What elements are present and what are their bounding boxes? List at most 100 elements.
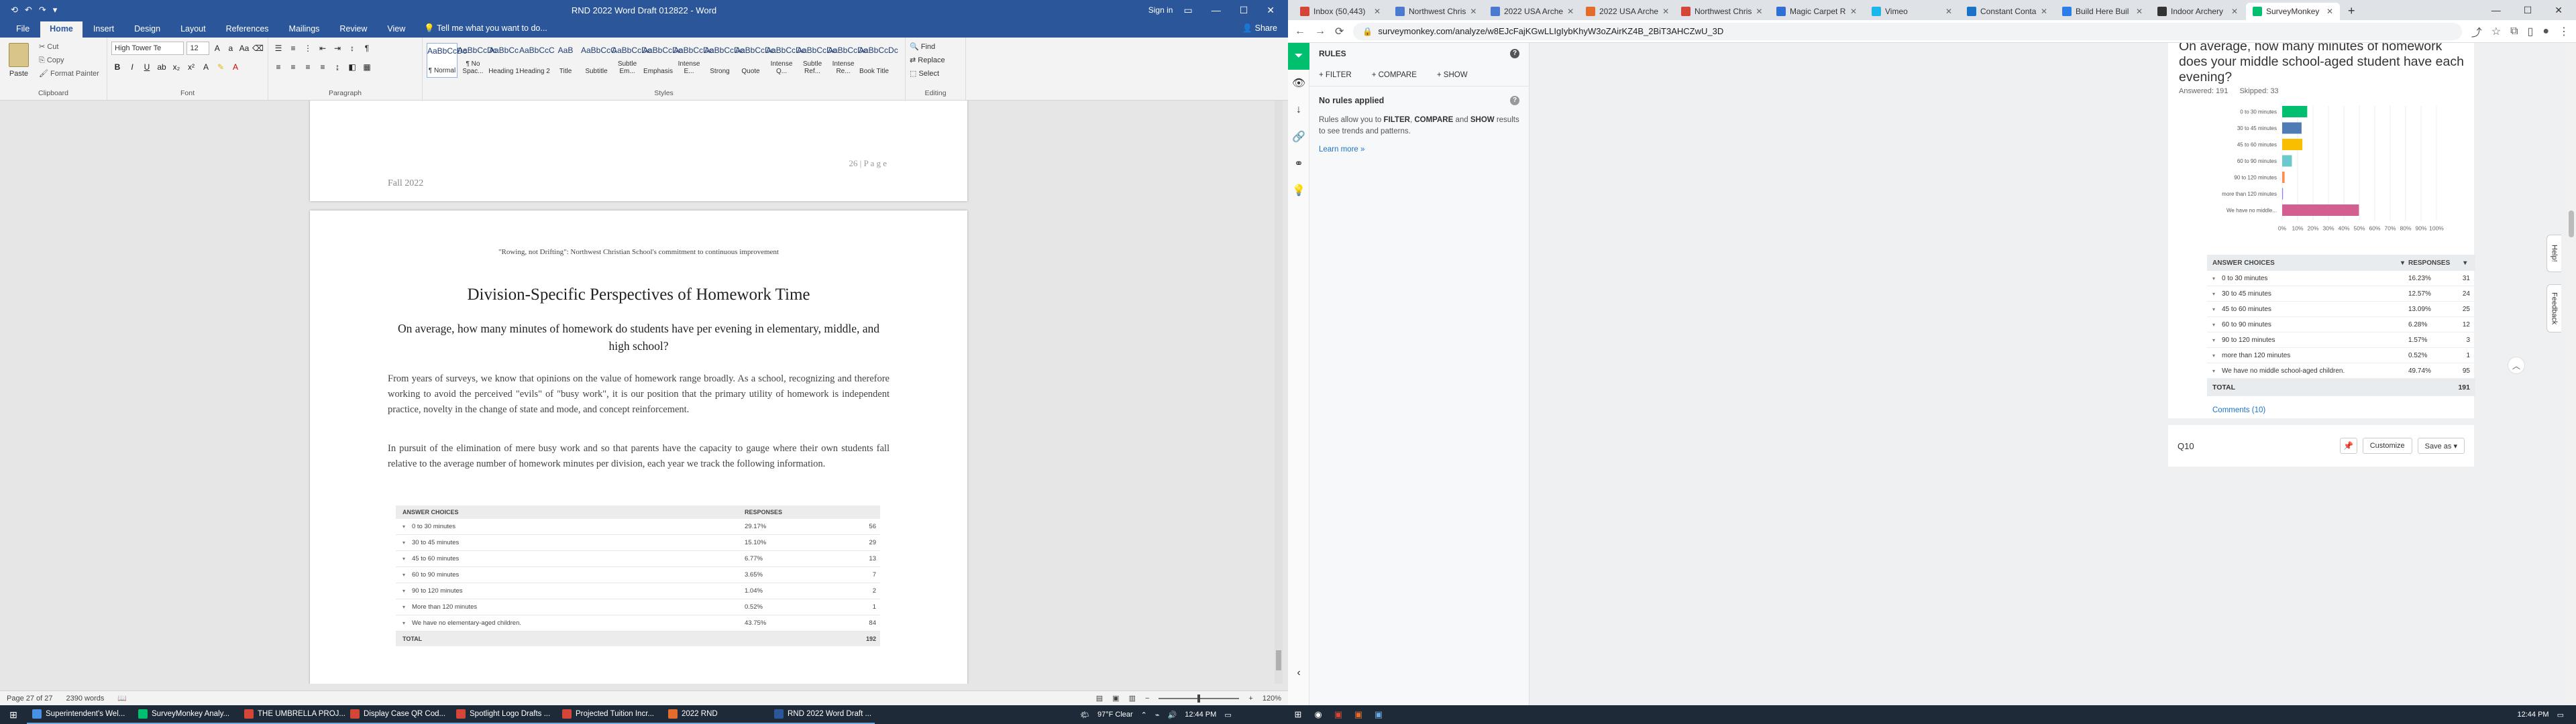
style-8[interactable]: AaBbCcDc Emphasis	[643, 43, 682, 78]
redo-icon[interactable]: ↷	[39, 5, 46, 15]
close-tab-icon[interactable]: ✕	[1945, 7, 1952, 16]
style-1[interactable]: AaBbCcDc ¶ Normal	[427, 43, 467, 78]
collapse-panel-icon[interactable]: ‹	[1288, 660, 1309, 686]
style-9[interactable]: AaBbCcDc Intense E...	[674, 43, 713, 78]
extensions-icon[interactable]: ⧉	[2510, 25, 2518, 38]
browser-tab[interactable]: Indoor Archery ✕	[2151, 3, 2245, 20]
style-13[interactable]: AaBbCcDc Subtle Ref...	[797, 43, 837, 78]
increase-indent-icon[interactable]: ⇥	[331, 42, 343, 55]
share-nodes-icon[interactable]: ⚭	[1288, 150, 1309, 177]
align-right-icon[interactable]: ≡	[302, 60, 314, 74]
tab-file[interactable]: File	[7, 21, 39, 38]
close-tab-icon[interactable]: ✕	[1850, 7, 1857, 16]
bookmark-star-icon[interactable]: ☆	[2491, 25, 2501, 38]
close-tab-icon[interactable]: ✕	[1470, 7, 1477, 16]
replace-button[interactable]: ⇄ Replace	[910, 54, 961, 67]
shrink-font-icon[interactable]: a	[225, 42, 236, 55]
style-3[interactable]: AaBbCc Heading 1	[488, 43, 519, 78]
read-mode-icon[interactable]: ▤	[1096, 694, 1103, 703]
underline-icon[interactable]: U	[141, 60, 153, 74]
strikethrough-icon[interactable]: ab	[156, 60, 168, 74]
forward-icon[interactable]: →	[1315, 25, 1326, 38]
start-icon[interactable]: ⊞	[0, 709, 27, 721]
justify-icon[interactable]: ≡	[317, 60, 329, 74]
pilcrow-icon[interactable]: ¶	[361, 42, 373, 55]
select-button[interactable]: ⬚ Select	[910, 67, 961, 80]
multilevel-icon[interactable]: ⋮	[302, 42, 314, 55]
shading-icon[interactable]: ◧	[346, 60, 358, 74]
browser-tab[interactable]: SurveyMonkey ✕	[2246, 3, 2340, 20]
style-15[interactable]: AaBbCcDc Book Title	[859, 43, 898, 78]
col-answer-choices[interactable]: ANSWER CHOICES ▾	[2207, 259, 2408, 267]
style-5[interactable]: AaB Title	[550, 43, 581, 78]
close-tab-icon[interactable]: ✕	[2136, 7, 2143, 16]
chevron-down-icon[interactable]: ▾	[2212, 276, 2222, 282]
comments-link[interactable]: Comments (10)	[2212, 406, 2265, 414]
close-tab-icon[interactable]: ✕	[1567, 7, 1574, 16]
tab-mailings[interactable]: Mailings	[280, 21, 329, 38]
zoom-level[interactable]: 120%	[1263, 695, 1281, 703]
customize-button[interactable]: Customize	[2362, 438, 2412, 454]
zoom-knob[interactable]	[1197, 694, 1201, 703]
taskbar-app[interactable]: RND 2022 Word Draft ...	[769, 705, 875, 724]
close-tab-icon[interactable]: ✕	[1662, 7, 1669, 16]
browser-tab[interactable]: Constant Conta ✕	[1960, 3, 2054, 20]
align-center-icon[interactable]: ≡	[287, 60, 299, 74]
browser-tab[interactable]: Northwest Chris ✕	[1389, 3, 1483, 20]
new-tab-icon[interactable]: +	[2341, 4, 2362, 20]
profile-icon[interactable]: ●	[2542, 25, 2549, 38]
tab-review[interactable]: Review	[330, 21, 376, 38]
sort-icon[interactable]: ↕	[346, 42, 358, 55]
undo-icon[interactable]: ↶	[25, 5, 32, 15]
style-10[interactable]: AaBbCcDc Strong	[704, 43, 744, 78]
add-filter-button[interactable]: + FILTER	[1319, 71, 1352, 79]
borders-icon[interactable]: ▦	[361, 60, 373, 74]
address-bar[interactable]: 🔒 surveymonkey.com/analyze/w8EJcFajKGwLL…	[1353, 22, 2462, 40]
download-icon[interactable]: ↓	[1288, 97, 1309, 123]
bold-icon[interactable]: B	[111, 60, 123, 74]
ribbon-display-icon[interactable]: ▭	[1183, 5, 1192, 16]
close-tab-icon[interactable]: ✕	[1756, 7, 1762, 16]
copy-button[interactable]: ⎘ Copy	[39, 54, 99, 67]
highlight-icon[interactable]: ✎	[215, 60, 227, 74]
find-button[interactable]: 🔍 Find	[910, 40, 961, 54]
close-icon[interactable]: ✕	[1267, 5, 1275, 16]
help-icon[interactable]: ?	[1510, 96, 1519, 105]
close-tab-icon[interactable]: ✕	[2041, 7, 2047, 16]
pin-icon[interactable]: 📌	[2339, 438, 2357, 454]
browser-tab[interactable]: Inbox (50,443) ✕	[1293, 3, 1387, 20]
share-button[interactable]: 👤 Share	[1242, 23, 1277, 34]
taskbar-app[interactable]: THE UMBRELLA PROJ...	[239, 705, 345, 724]
chevron-down-icon[interactable]: ▾	[2212, 291, 2222, 297]
help-icon[interactable]: ?	[1510, 49, 1519, 58]
lightbulb-icon[interactable]: 💡	[1288, 177, 1309, 204]
start-icon[interactable]: ⊞	[1288, 709, 1308, 720]
scroll-thumb[interactable]	[1276, 650, 1281, 670]
tab-layout[interactable]: Layout	[171, 21, 215, 38]
zoom-out-icon[interactable]: −	[1145, 695, 1149, 703]
browser-tab[interactable]: Northwest Chris ✕	[1674, 3, 1768, 20]
close-icon[interactable]: ✕	[2555, 5, 2563, 16]
numbering-icon[interactable]: ≡	[287, 42, 299, 55]
browser-tab[interactable]: 2022 USA Arche ✕	[1579, 3, 1673, 20]
style-6[interactable]: AaBbCcC Subtitle	[581, 43, 616, 78]
font-size-select[interactable]: 12	[186, 42, 209, 55]
pdf-icon[interactable]: ▣	[1328, 709, 1348, 720]
tab-insert[interactable]: Insert	[84, 21, 123, 38]
zoom-in-icon[interactable]: +	[1248, 695, 1252, 703]
save-as-button[interactable]: Save as ▾	[2417, 438, 2465, 454]
close-tab-icon[interactable]: ✕	[2326, 7, 2333, 16]
feedback-tab[interactable]: Feedback	[2546, 284, 2561, 333]
tray-up-icon[interactable]: ⌃	[1141, 711, 1147, 719]
style-7[interactable]: AaBbCcDc Subtle Em...	[612, 43, 651, 78]
bullets-icon[interactable]: ☰	[272, 42, 284, 55]
chevron-down-icon[interactable]: ▾	[2212, 353, 2222, 359]
font-color-icon[interactable]: A	[229, 60, 241, 74]
browser-tab[interactable]: 2022 USA Arche ✕	[1484, 3, 1578, 20]
add-compare-button[interactable]: + COMPARE	[1372, 71, 1417, 79]
notification-icon[interactable]: ▭	[1224, 711, 1231, 719]
line-spacing-icon[interactable]: ↨	[331, 60, 343, 74]
close-tab-icon[interactable]: ✕	[1374, 7, 1381, 16]
clock-left[interactable]: 12:44 PM	[1185, 711, 1216, 719]
learn-more-link[interactable]: Learn more »	[1319, 145, 1519, 154]
